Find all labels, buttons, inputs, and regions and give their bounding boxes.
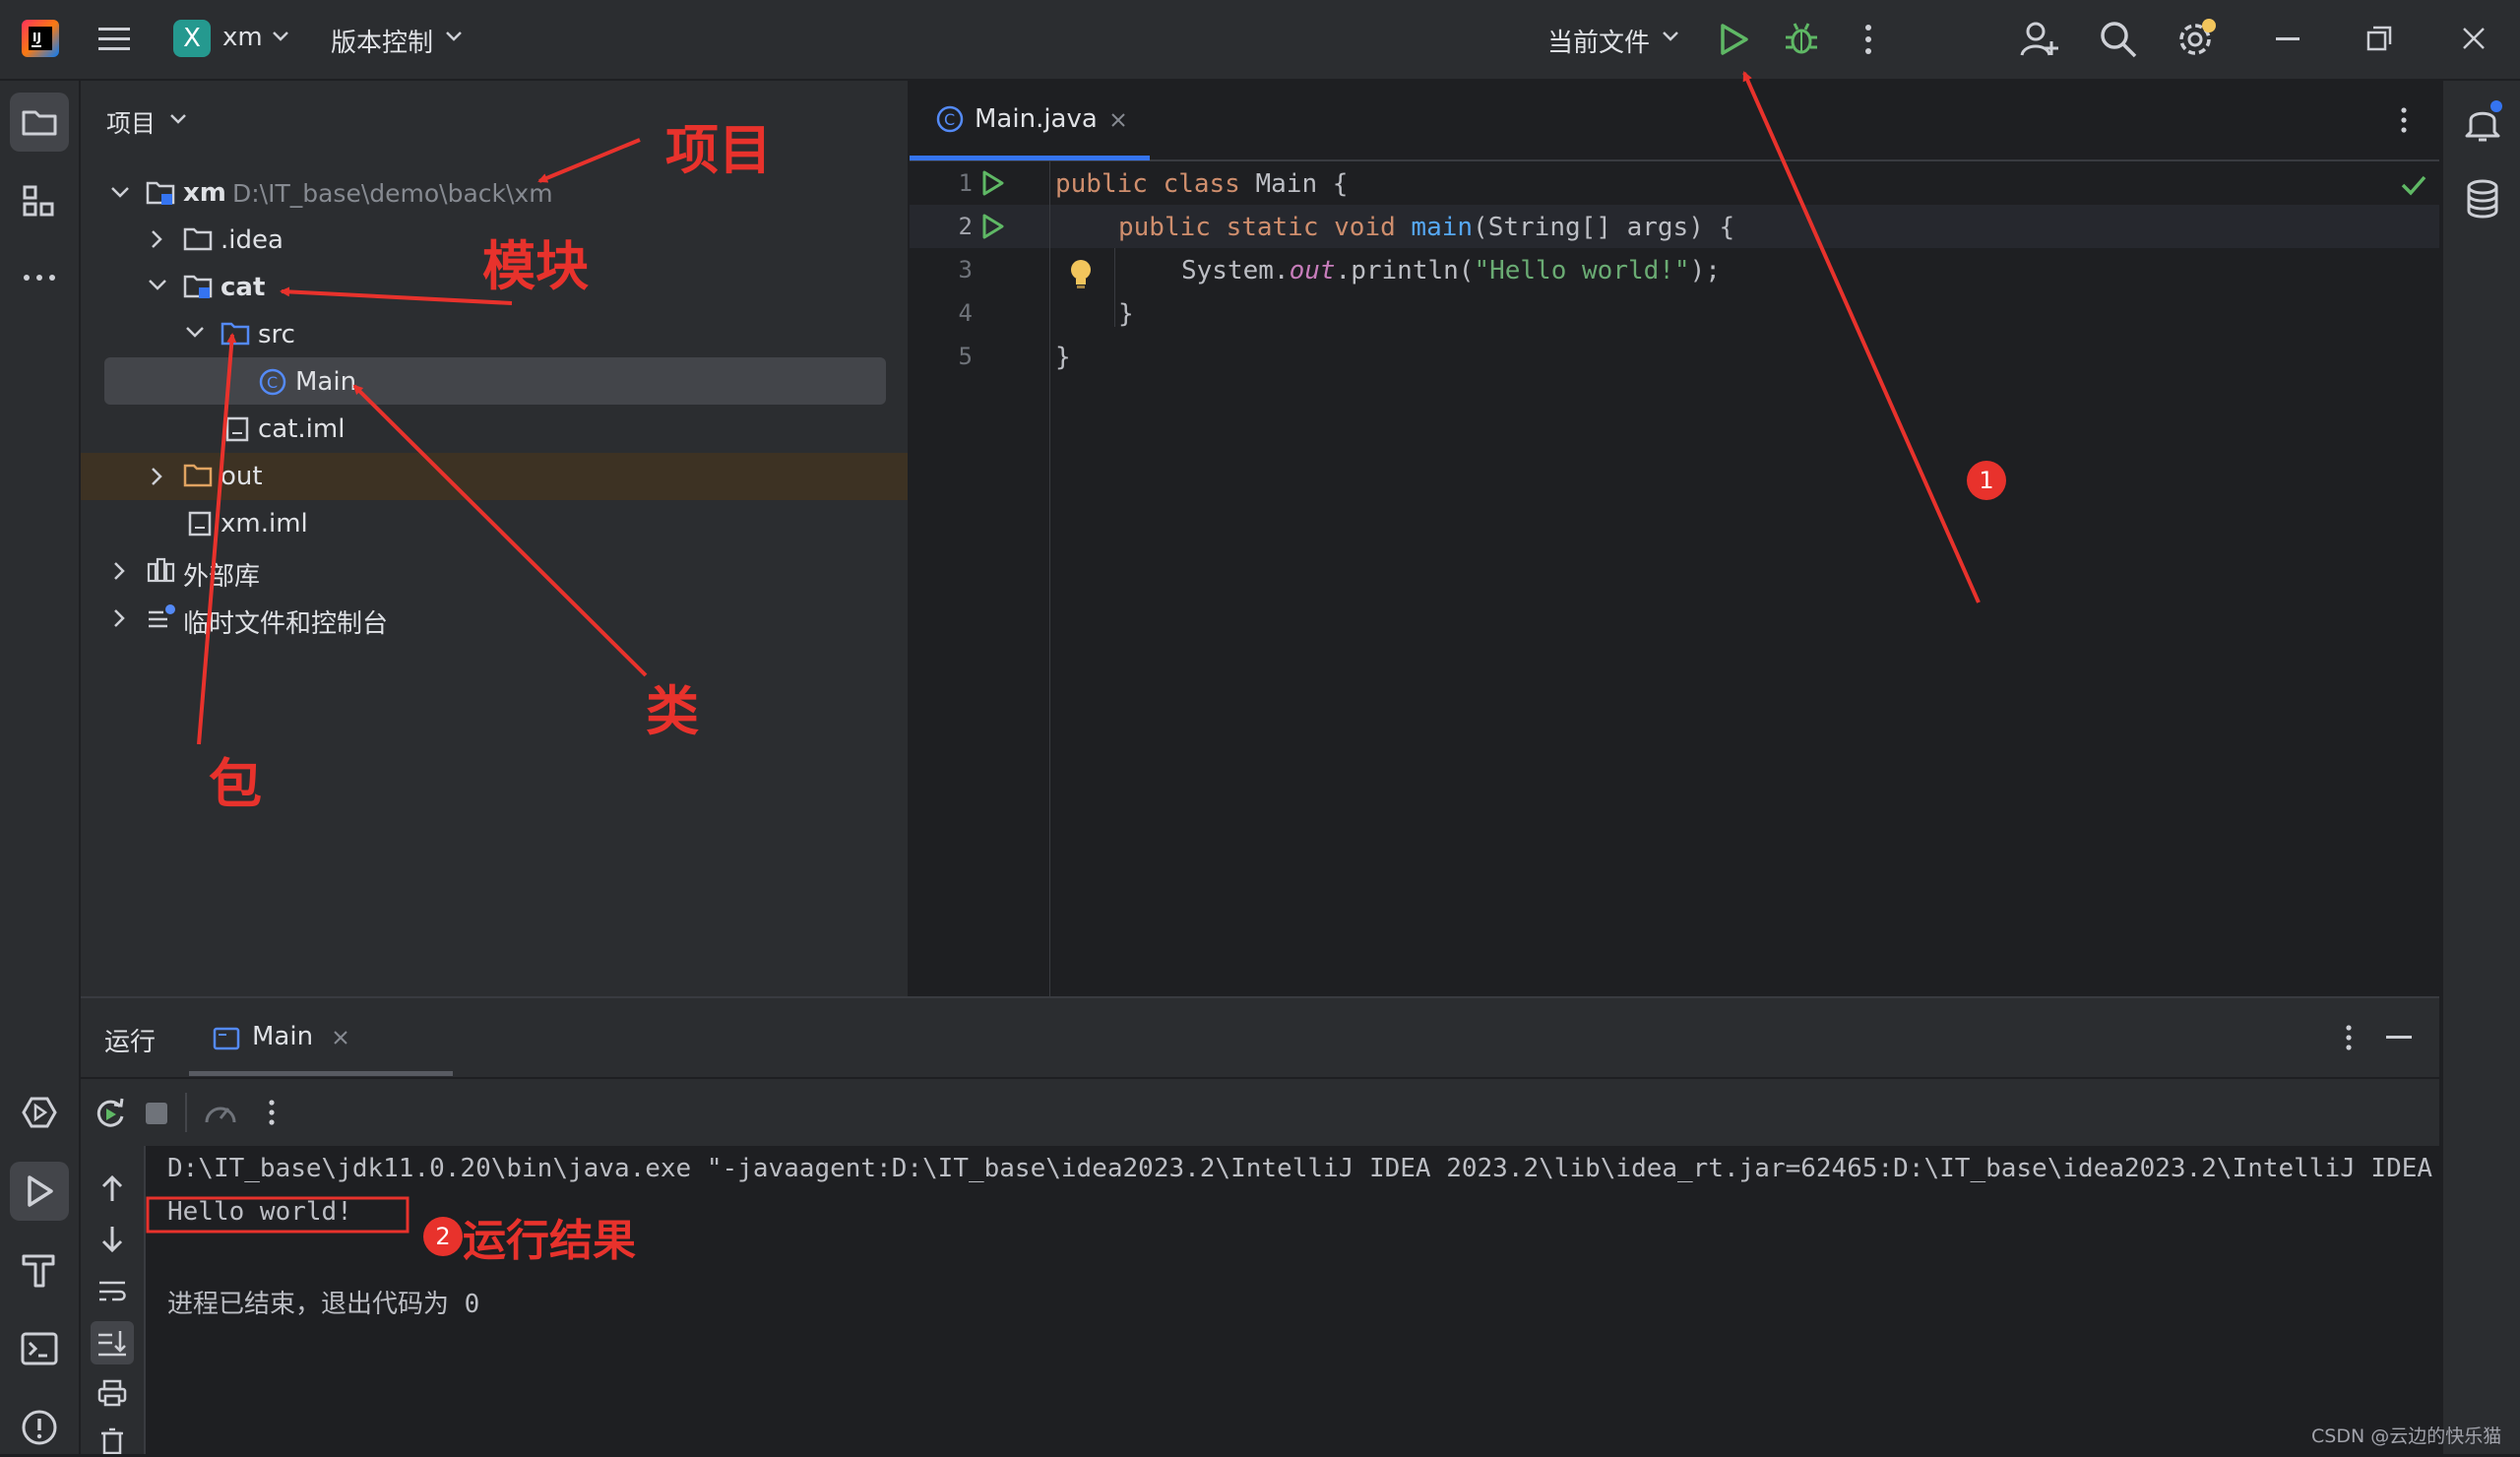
annotation-badge-1: 1 [1967, 461, 2006, 500]
annotation-label-class: 类 [646, 680, 699, 742]
annotation-arrow-package [197, 333, 237, 745]
annotation-label-package: 包 [209, 753, 262, 815]
annotation-result-box [146, 1196, 410, 1234]
watermark: CSDN @云边的快乐猫 [2311, 1425, 2502, 1447]
annotation-arrow-module [280, 286, 513, 305]
annotation-arrow-project [537, 138, 641, 183]
annotation-arrow-run [1742, 71, 1981, 603]
annotation-arrow-class [352, 384, 648, 677]
annotation-badge-2: 2 [423, 1217, 463, 1256]
annotation-label-project: 项目 [665, 119, 772, 181]
annotation-label-module: 模块 [482, 235, 589, 297]
annotation-arrows [146, 71, 1981, 1234]
annotation-label-run-result: 运行结果 [463, 1216, 636, 1266]
